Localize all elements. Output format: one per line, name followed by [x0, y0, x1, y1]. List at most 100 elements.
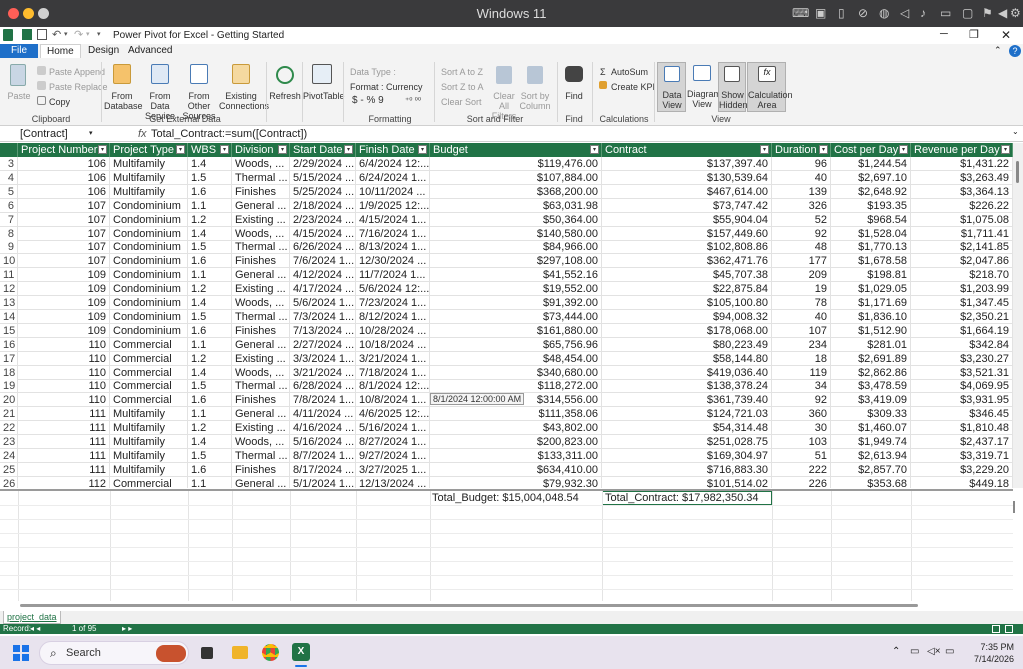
- budget-cell[interactable]: $63,031.98: [430, 198, 602, 213]
- revenue-per-day-cell[interactable]: $226.22: [911, 198, 1013, 213]
- project-number-cell[interactable]: 106: [18, 157, 110, 171]
- tab-file[interactable]: File: [0, 44, 38, 58]
- project-type-cell[interactable]: Condominium: [110, 254, 188, 269]
- duration-cell[interactable]: 96: [772, 157, 831, 171]
- division-cell[interactable]: General ...: [232, 337, 290, 352]
- clock-time[interactable]: 7:35 PM: [976, 642, 1014, 652]
- wbs-cell[interactable]: 1.1: [188, 476, 232, 488]
- record-first-icon[interactable]: ◂ ◂: [30, 624, 40, 634]
- diagram-view-status-icon[interactable]: [1005, 625, 1013, 633]
- table-row[interactable]: 12 109 Condominium 1.2 Existing ... 4/17/2024…: [0, 282, 1013, 297]
- existing-connections-button[interactable]: Existing Connections: [219, 91, 269, 111]
- duration-cell[interactable]: 360: [772, 407, 831, 422]
- horizontal-scrollbar[interactable]: [0, 601, 1013, 611]
- division-cell[interactable]: Thermal ...: [232, 170, 290, 185]
- duration-cell[interactable]: 18: [772, 351, 831, 366]
- budget-cell[interactable]: $368,200.00: [430, 184, 602, 199]
- minimize-button[interactable]: ─: [940, 28, 948, 40]
- start-date-cell[interactable]: 7/3/2024 1...: [290, 309, 356, 324]
- budget-cell[interactable]: $79,932.30: [430, 476, 602, 488]
- duration-cell[interactable]: 92: [772, 226, 831, 241]
- revenue-per-day-cell[interactable]: $1,203.99: [911, 282, 1013, 297]
- finish-date-cell[interactable]: 10/18/2024 ...: [356, 337, 430, 352]
- duration-cell[interactable]: 78: [772, 296, 831, 310]
- budget-cell[interactable]: $140,580.00: [430, 226, 602, 241]
- create-kpi-button[interactable]: Create KPI: [611, 82, 655, 92]
- division-cell[interactable]: Thermal ...: [232, 309, 290, 324]
- cost-per-day-cell[interactable]: $2,697.10: [831, 170, 911, 185]
- decimal-buttons[interactable]: ⁺⁰ ⁰⁰: [405, 96, 421, 106]
- division-cell[interactable]: Thermal ...: [232, 379, 290, 394]
- finish-date-cell[interactable]: 10/8/2024 1...: [356, 393, 430, 408]
- duration-cell[interactable]: 222: [772, 462, 831, 477]
- wbs-cell[interactable]: 1.6: [188, 462, 232, 477]
- copy-button[interactable]: Copy: [49, 97, 70, 107]
- project-number-cell[interactable]: 110: [18, 393, 110, 408]
- duration-cell[interactable]: 40: [772, 309, 831, 324]
- division-cell[interactable]: Woods, ...: [232, 226, 290, 241]
- contract-cell[interactable]: $101,514.02: [602, 476, 772, 488]
- wbs-cell[interactable]: 1.4: [188, 435, 232, 449]
- clear-sort-button[interactable]: Clear Sort: [441, 97, 482, 107]
- start-date-cell[interactable]: 4/15/2024 ...: [290, 226, 356, 241]
- budget-cell[interactable]: $111,358.06: [430, 407, 602, 422]
- project-number-cell[interactable]: 111: [18, 435, 110, 449]
- contract-cell[interactable]: $138,378.24: [602, 379, 772, 394]
- division-cell[interactable]: General ...: [232, 198, 290, 213]
- cost-per-day-cell[interactable]: $1,949.74: [831, 435, 911, 449]
- start-date-cell[interactable]: 2/23/2024 ...: [290, 212, 356, 227]
- project-type-cell[interactable]: Multifamily: [110, 157, 188, 171]
- vertical-scrollbar[interactable]: [1013, 143, 1023, 488]
- revenue-per-day-cell[interactable]: $3,319.71: [911, 448, 1013, 463]
- autosum-button[interactable]: AutoSum: [611, 67, 648, 77]
- project-number-cell[interactable]: 106: [18, 170, 110, 185]
- revenue-per-day-cell[interactable]: $1,810.48: [911, 421, 1013, 436]
- pivottable-button[interactable]: PivotTable: [303, 91, 345, 101]
- diagram-view-button[interactable]: Diagram View: [687, 89, 721, 109]
- duration-cell[interactable]: 177: [772, 254, 831, 269]
- table-row[interactable]: 24 111 Multifamily 1.5 Thermal ... 8/7/2024 1…: [0, 448, 1013, 463]
- filter-dropdown-icon[interactable]: ▾: [1001, 145, 1010, 154]
- table-row[interactable]: 26 112 Commercial 1.1 General ... 5/1/2024 1.…: [0, 476, 1013, 488]
- revenue-per-day-cell[interactable]: $1,431.22: [911, 157, 1013, 171]
- start-date-cell[interactable]: 5/25/2024 ...: [290, 184, 356, 199]
- contract-cell[interactable]: $54,314.48: [602, 421, 772, 436]
- division-cell[interactable]: Finishes: [232, 254, 290, 269]
- contract-cell[interactable]: $58,144.80: [602, 351, 772, 366]
- budget-cell[interactable]: $65,756.96: [430, 337, 602, 352]
- budget-cell[interactable]: $119,476.00: [430, 157, 602, 171]
- finish-date-cell[interactable]: 12/13/2024 ...: [356, 476, 430, 488]
- division-cell[interactable]: Woods, ...: [232, 296, 290, 310]
- grid-view-icon[interactable]: [992, 625, 1000, 633]
- project-type-cell[interactable]: Condominium: [110, 323, 188, 338]
- budget-cell[interactable]: $133,311.00: [430, 448, 602, 463]
- start-date-cell[interactable]: 3/3/2024 1...: [290, 351, 356, 366]
- budget-cell[interactable]: $19,552.00: [430, 282, 602, 297]
- contract-cell[interactable]: $467,614.00: [602, 184, 772, 199]
- microphone-icon[interactable]: ♪: [920, 6, 926, 20]
- duration-cell[interactable]: 326: [772, 198, 831, 213]
- revenue-per-day-cell[interactable]: $1,664.19: [911, 323, 1013, 338]
- project-number-cell[interactable]: 106: [18, 184, 110, 199]
- finish-date-cell[interactable]: 12/30/2024 ...: [356, 254, 430, 269]
- finish-date-cell[interactable]: 8/12/2024 1...: [356, 309, 430, 324]
- sort-by-column-button[interactable]: Sort by Column: [519, 91, 551, 111]
- redo-dropdown-icon[interactable]: ▾: [86, 30, 90, 38]
- contract-cell[interactable]: $94,008.32: [602, 309, 772, 324]
- revenue-per-day-cell[interactable]: $1,075.08: [911, 212, 1013, 227]
- format-dropdown[interactable]: Format : Currency: [350, 82, 423, 92]
- project-type-cell[interactable]: Multifamily: [110, 170, 188, 185]
- table-row[interactable]: 6 107 Condominium 1.1 General ... 2/18/2024 .…: [0, 198, 1013, 213]
- column-header-duration[interactable]: Duration ▾: [772, 143, 831, 157]
- undo-dropdown-icon[interactable]: ▾: [64, 30, 68, 38]
- table-row[interactable]: 17 110 Commercial 1.2 Existing ... 3/3/2024 1…: [0, 351, 1013, 366]
- table-row[interactable]: 18 110 Commercial 1.4 Woods, ... 3/21/2024 ..…: [0, 365, 1013, 380]
- revenue-per-day-cell[interactable]: $2,047.86: [911, 254, 1013, 269]
- formula-input[interactable]: Total_Contract:=sum([Contract]): [151, 128, 307, 140]
- column-header-division[interactable]: Division ▾: [232, 143, 290, 157]
- budget-cell[interactable]: $634,410.00: [430, 462, 602, 477]
- duration-cell[interactable]: 34: [772, 379, 831, 394]
- finish-date-cell[interactable]: 9/27/2024 1...: [356, 448, 430, 463]
- wbs-cell[interactable]: 1.5: [188, 240, 232, 255]
- finish-date-cell[interactable]: 3/27/2025 1...: [356, 462, 430, 477]
